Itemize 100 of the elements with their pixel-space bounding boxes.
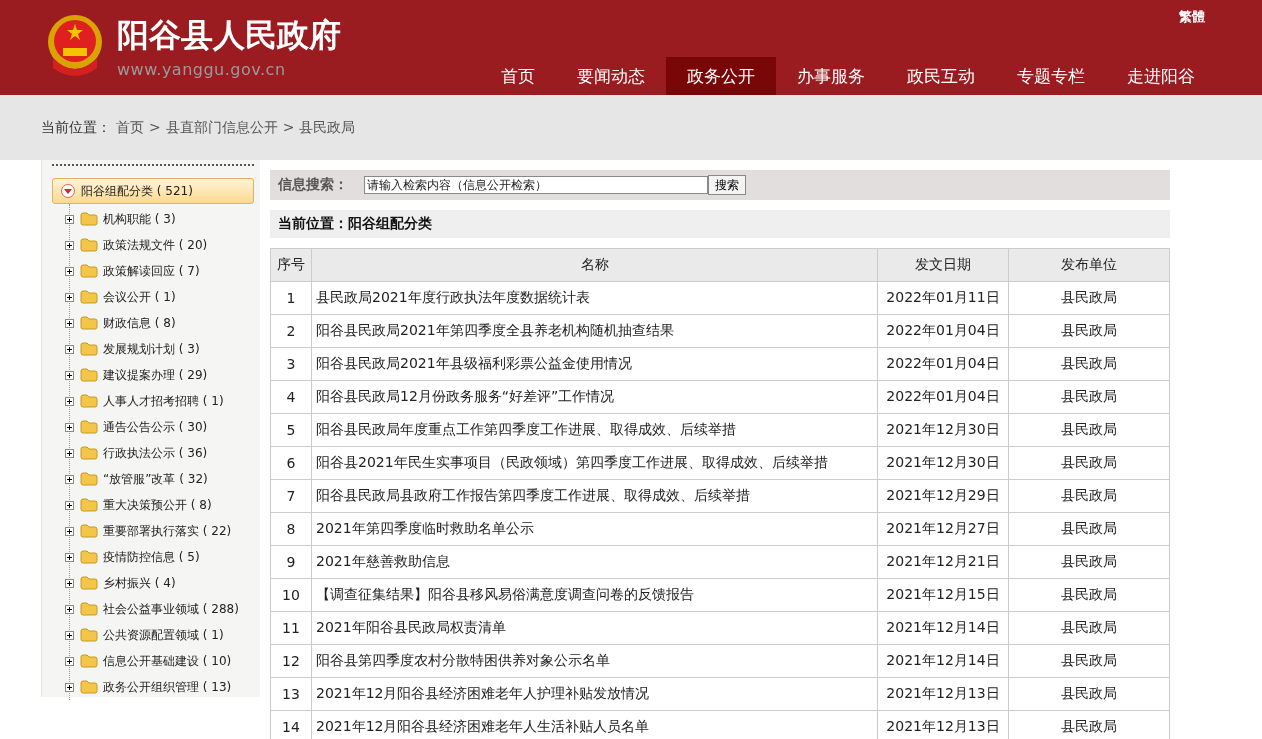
table-cell: 7: [270, 479, 312, 513]
plus-box-icon[interactable]: [65, 656, 74, 666]
folder-icon: [80, 394, 98, 408]
tree-root-item[interactable]: 阳谷组配分类 ( 521): [52, 178, 254, 204]
table-cell: 县民政局: [1008, 314, 1170, 348]
table-cell: 12: [270, 644, 312, 678]
folder-icon: [80, 238, 98, 252]
tree-item[interactable]: 发展规划计划 ( 3): [103, 340, 200, 358]
plus-box-icon[interactable]: [65, 526, 74, 536]
tree-item[interactable]: 人事人才招考招聘 ( 1): [103, 392, 224, 410]
table-cell: 2021年12月29日: [877, 479, 1009, 513]
tree-item[interactable]: 重要部署执行落实 ( 22): [103, 522, 232, 540]
plus-box-icon[interactable]: [65, 604, 74, 614]
table-cell: 县民政局: [1008, 479, 1170, 513]
table-cell: 2021年12月30日: [877, 446, 1009, 480]
tree-item[interactable]: 机构职能 ( 3): [103, 210, 176, 228]
table-cell: 县民政局: [1008, 512, 1170, 546]
tree-item[interactable]: 财政信息 ( 8): [103, 314, 176, 332]
column-header: 发布单位: [1008, 248, 1170, 282]
traditional-chinese-link[interactable]: 繁體: [1179, 8, 1205, 26]
document-link[interactable]: 2021年慈善救助信息: [316, 553, 450, 569]
table-cell: 2022年01月11日: [877, 281, 1009, 315]
site-url: www.yanggu.gov.cn: [117, 60, 287, 79]
tree-root-label: 阳谷组配分类 ( 521): [81, 182, 193, 200]
nav-tab[interactable]: 首页: [480, 57, 556, 95]
document-link[interactable]: 2021年第四季度临时救助名单公示: [316, 520, 534, 536]
table-cell: 2022年01月04日: [877, 347, 1009, 381]
breadcrumb-link[interactable]: 县直部门信息公开: [165, 118, 278, 137]
search-label: 信息搜索：: [278, 176, 349, 194]
plus-box-icon[interactable]: [65, 630, 74, 640]
expand-toggle-icon[interactable]: [61, 184, 75, 198]
tree-item[interactable]: 会议公开 ( 1): [103, 288, 176, 306]
nav-tab[interactable]: 政务公开: [666, 57, 776, 95]
plus-box-icon[interactable]: [65, 318, 74, 328]
tree-item[interactable]: 政务公开组织管理 ( 13): [103, 678, 232, 696]
plus-box-icon[interactable]: [65, 578, 74, 588]
tree-item[interactable]: 信息公开基础建设 ( 10): [103, 652, 232, 670]
tree-item[interactable]: 重大决策预公开 ( 8): [103, 496, 212, 514]
nav-tab[interactable]: 要闻动态: [556, 57, 666, 95]
plus-box-icon[interactable]: [65, 682, 74, 692]
plus-box-icon[interactable]: [65, 240, 74, 250]
table-cell: 县民政局: [1008, 380, 1170, 414]
table-cell: 2021年12月21日: [877, 545, 1009, 579]
tree-item[interactable]: 社会公益事业领域 ( 288): [103, 600, 239, 618]
nav-tab[interactable]: 办事服务: [776, 57, 886, 95]
plus-box-icon[interactable]: [65, 500, 74, 510]
table-cell: 14: [270, 710, 312, 739]
folder-icon: [80, 316, 98, 330]
column-header: 名称: [311, 248, 878, 282]
emblem-icon: [45, 13, 105, 78]
plus-box-icon[interactable]: [65, 448, 74, 458]
table-cell: 县民政局: [1008, 611, 1170, 645]
breadcrumb-link[interactable]: 首页: [116, 118, 144, 137]
tree-item[interactable]: “放管服”改革 ( 32): [103, 470, 208, 488]
current-location-text: 当前位置：阳谷组配分类: [278, 215, 432, 233]
table-cell: 县民政局: [1008, 578, 1170, 612]
plus-box-icon[interactable]: [65, 422, 74, 432]
plus-box-icon[interactable]: [65, 474, 74, 484]
plus-box-icon[interactable]: [65, 266, 74, 276]
folder-icon: [80, 342, 98, 356]
table-cell: 县民政局: [1008, 281, 1170, 315]
table-cell: 9: [270, 545, 312, 579]
table-cell: 10: [270, 578, 312, 612]
tree-item[interactable]: 乡村振兴 ( 4): [103, 574, 176, 592]
tree-item[interactable]: 行政执法公示 ( 36): [103, 444, 208, 462]
tree-item[interactable]: 政策法规文件 ( 20): [103, 236, 208, 254]
table-cell: 县民政局: [1008, 644, 1170, 678]
table-cell: 2022年01月04日: [877, 380, 1009, 414]
table-cell: 5: [270, 413, 312, 447]
folder-icon: [80, 680, 98, 694]
tree-item[interactable]: 疫情防控信息 ( 5): [103, 548, 200, 566]
plus-box-icon[interactable]: [65, 292, 74, 302]
nav-tab[interactable]: 政民互动: [886, 57, 996, 95]
search-button[interactable]: 搜索: [708, 175, 746, 195]
table-cell: 县民政局: [1008, 545, 1170, 579]
nav-tab[interactable]: 走进阳谷: [1106, 57, 1216, 95]
nav-tab[interactable]: 专题专栏: [996, 57, 1106, 95]
breadcrumb-separator: >: [149, 118, 161, 137]
column-header: 发文日期: [877, 248, 1009, 282]
folder-icon: [80, 576, 98, 590]
document-link[interactable]: 2021年阳谷县民政局权责清单: [316, 619, 506, 635]
folder-icon: [80, 472, 98, 486]
tree-item[interactable]: 公共资源配置领域 ( 1): [103, 626, 224, 644]
plus-box-icon[interactable]: [65, 344, 74, 354]
breadcrumb-link[interactable]: 县民政局: [299, 118, 356, 137]
tree-item[interactable]: 通告公告公示 ( 30): [103, 418, 208, 436]
table-cell: 县民政局: [1008, 347, 1170, 381]
folder-icon: [80, 550, 98, 564]
tree-item[interactable]: 政策解读回应 ( 7): [103, 262, 200, 280]
tree-item[interactable]: 建议提案办理 ( 29): [103, 366, 208, 384]
search-field[interactable]: 请输入检索内容（信息公开检索）: [364, 176, 708, 194]
table-cell: 2022年01月04日: [877, 314, 1009, 348]
table-cell: 1: [270, 281, 312, 315]
table-cell: 县民政局: [1008, 413, 1170, 447]
plus-box-icon[interactable]: [65, 552, 74, 562]
plus-box-icon[interactable]: [65, 214, 74, 224]
breadcrumb-label: 当前位置：: [41, 118, 111, 137]
site-title: 阳谷县人民政府: [117, 16, 341, 54]
plus-box-icon[interactable]: [65, 396, 74, 406]
plus-box-icon[interactable]: [65, 370, 74, 380]
